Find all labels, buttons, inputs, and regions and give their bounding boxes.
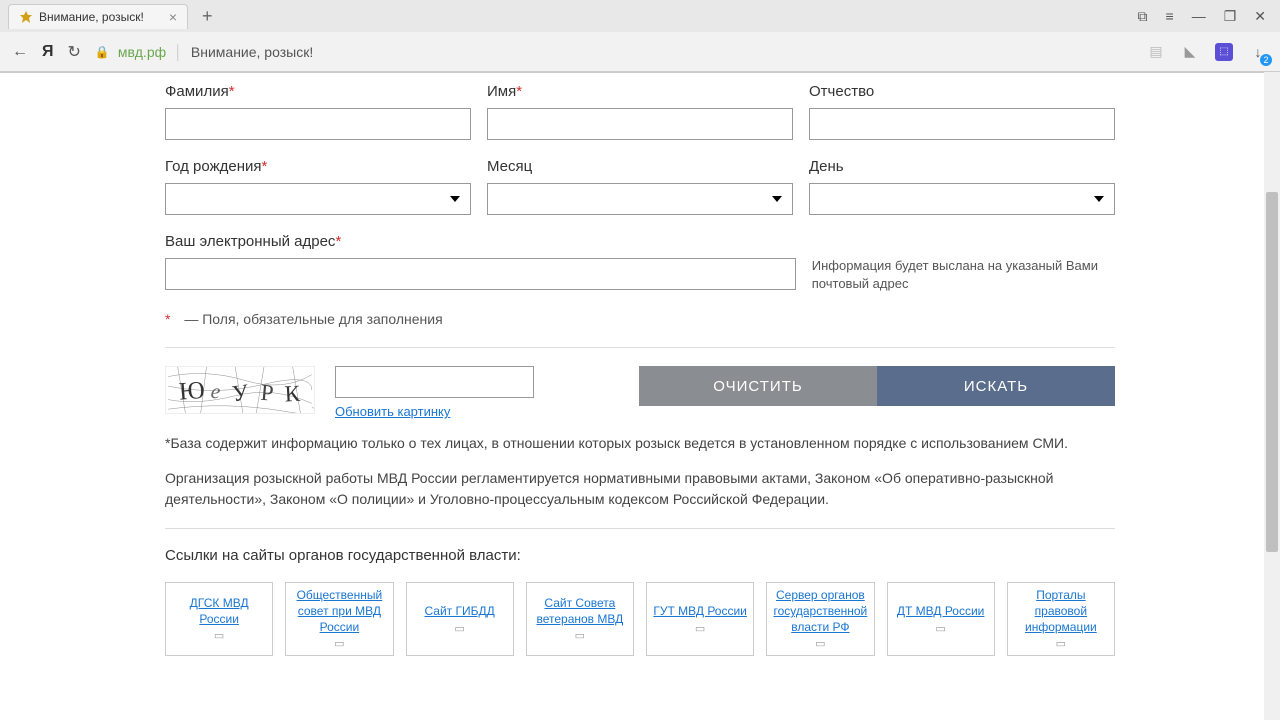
disclaimer-1: *База содержит информацию только о тех л…	[165, 433, 1115, 454]
svg-text:е: е	[210, 379, 222, 404]
birth-year-select[interactable]	[165, 183, 471, 215]
external-icon: ▭	[1056, 637, 1066, 650]
scrollbar-thumb[interactable]	[1266, 192, 1278, 552]
reload-icon[interactable]: ↻	[68, 42, 81, 62]
email-input[interactable]	[165, 258, 796, 290]
disclaimer-2: Организация розыскной работы МВД России …	[165, 468, 1115, 510]
required-note: * — Поля, обязательные для заполнения	[165, 311, 1115, 327]
link-box[interactable]: ГУТ МВД России▭	[646, 582, 754, 656]
link-box[interactable]: Сайт ГИБДД▭	[406, 582, 514, 656]
month-label: Месяц	[487, 158, 793, 175]
external-icon: ▭	[334, 637, 344, 650]
minimize-icon[interactable]: —	[1192, 8, 1206, 25]
patronymic-label: Отчество	[809, 83, 1115, 100]
back-icon[interactable]: ←	[12, 43, 28, 61]
email-hint: Информация будет выслана на указаный Вам…	[812, 257, 1115, 293]
new-tab-button[interactable]: +	[196, 6, 219, 27]
link-box[interactable]: Порталы правовой информации▭	[1007, 582, 1115, 656]
tab-title: Внимание, розыск!	[39, 10, 144, 24]
day-label: День	[809, 158, 1115, 175]
captcha-input[interactable]	[335, 366, 534, 398]
page-content: Фамилия* Имя* Отчество Год рождения* Мес…	[0, 73, 1280, 721]
window-controls: ⧉ ≡ — ❐ ✕	[1138, 8, 1280, 25]
svg-text:К: К	[284, 381, 301, 407]
external-icon: ▭	[935, 622, 945, 635]
svg-text:У: У	[231, 380, 251, 407]
link-box[interactable]: ДГСК МВД России▭	[165, 582, 273, 656]
svg-text:Р: Р	[260, 380, 275, 406]
links-heading: Ссылки на сайты органов государственной …	[165, 547, 1115, 564]
bookmark-icon[interactable]: ◣	[1180, 42, 1200, 62]
yandex-icon[interactable]: Я	[42, 43, 54, 61]
url-domain: мвд.рф	[118, 44, 166, 60]
link-box[interactable]: Сайт Совета ветеранов МВД▭	[526, 582, 634, 656]
external-icon: ▭	[695, 622, 705, 635]
close-window-icon[interactable]: ✕	[1254, 8, 1266, 25]
address-bar[interactable]: 🔒 мвд.рф │ Внимание, розыск!	[95, 44, 1132, 60]
svg-text:Ю: Ю	[178, 377, 205, 406]
menu-icon[interactable]: ≡	[1166, 8, 1174, 25]
extension-icon[interactable]: ⬚	[1214, 42, 1234, 62]
email-label: Ваш электронный адрес*	[165, 233, 796, 250]
sidebar-icon[interactable]: ⧉	[1138, 8, 1148, 25]
external-icon: ▭	[575, 629, 585, 642]
captcha-image: Ю е У Р К	[165, 366, 315, 414]
browser-chrome: Внимание, розыск! × + ⧉ ≡ — ❐ ✕ ← Я ↻ 🔒 …	[0, 0, 1280, 73]
external-icon: ▭	[214, 629, 224, 642]
toolbar: ← Я ↻ 🔒 мвд.рф │ Внимание, розыск! ▤ ◣ ⬚…	[0, 32, 1280, 72]
name-label: Имя*	[487, 83, 793, 100]
browser-tab[interactable]: Внимание, розыск! ×	[8, 4, 188, 29]
birth-year-label: Год рождения*	[165, 158, 471, 175]
downloads-icon[interactable]: ↓	[1248, 42, 1268, 62]
external-icon: ▭	[815, 637, 825, 650]
clear-button[interactable]: ОЧИСТИТЬ	[639, 366, 877, 406]
patronymic-input[interactable]	[809, 108, 1115, 140]
reader-icon[interactable]: ▤	[1146, 42, 1166, 62]
refresh-captcha-link[interactable]: Обновить картинку	[335, 404, 534, 419]
link-box[interactable]: Общественный совет при МВД России▭	[285, 582, 393, 656]
name-input[interactable]	[487, 108, 793, 140]
link-box[interactable]: Сервер органов государственной власти РФ…	[766, 582, 874, 656]
tab-bar: Внимание, розыск! × + ⧉ ≡ — ❐ ✕	[0, 0, 1280, 32]
divider-2	[165, 528, 1115, 529]
favicon-icon	[19, 10, 33, 24]
search-button[interactable]: ИСКАТЬ	[877, 366, 1115, 406]
link-grid: ДГСК МВД России▭ Общественный совет при …	[165, 582, 1115, 656]
day-select[interactable]	[809, 183, 1115, 215]
surname-label: Фамилия*	[165, 83, 471, 100]
toolbar-right: ▤ ◣ ⬚ ↓	[1146, 42, 1268, 62]
divider	[165, 347, 1115, 348]
scrollbar[interactable]	[1264, 72, 1280, 720]
surname-input[interactable]	[165, 108, 471, 140]
lock-icon: 🔒	[95, 45, 110, 59]
external-icon: ▭	[454, 622, 464, 635]
maximize-icon[interactable]: ❐	[1224, 8, 1237, 25]
close-tab-icon[interactable]: ×	[169, 9, 177, 25]
url-title: Внимание, розыск!	[191, 44, 313, 60]
link-box[interactable]: ДТ МВД России▭	[887, 582, 995, 656]
month-select[interactable]	[487, 183, 793, 215]
